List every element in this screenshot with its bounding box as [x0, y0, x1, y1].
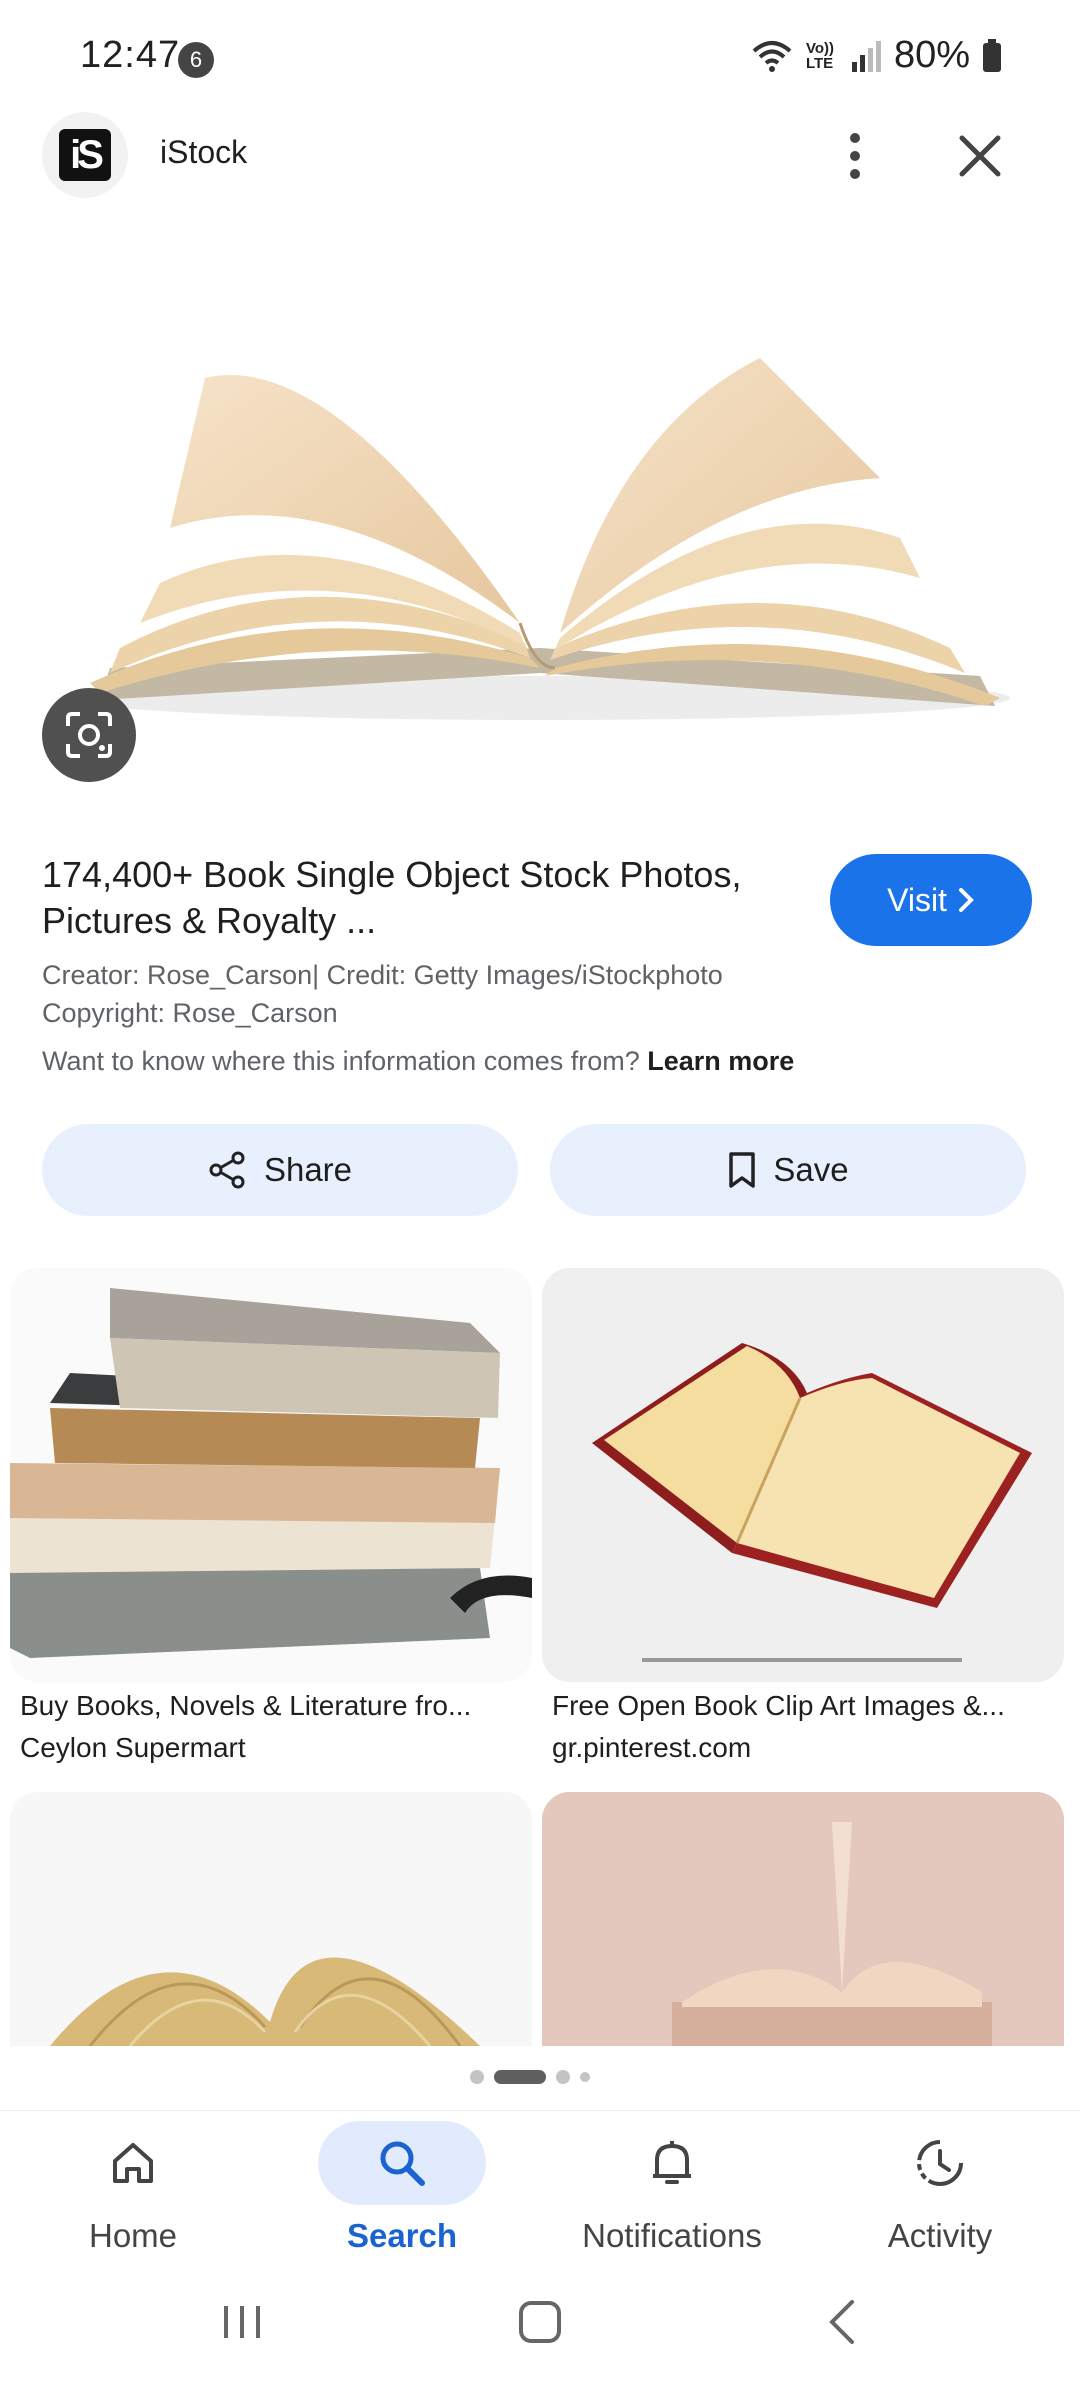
main-image-open-book[interactable]: [0, 228, 1078, 822]
learn-more-link[interactable]: Learn more: [647, 1046, 794, 1076]
nav-notifications-icon-wrap: [588, 2121, 756, 2205]
recent-apps-icon[interactable]: [220, 2300, 264, 2344]
back-icon[interactable]: [822, 2298, 862, 2346]
close-icon[interactable]: [952, 128, 1008, 184]
notification-count-badge: 6: [178, 42, 214, 78]
result-title[interactable]: 174,400+ Book Single Object Stock Photos…: [42, 852, 802, 944]
info-question: Want to know where this information come…: [42, 1046, 640, 1076]
pager-dot: [470, 2070, 484, 2084]
related-image-fanned-book[interactable]: [10, 1792, 532, 2046]
pager-dot: [556, 2070, 570, 2084]
signal-icon: [851, 40, 881, 72]
nav-activity-label: Activity: [887, 2217, 993, 2254]
chevron-right-icon: [958, 888, 974, 912]
nav-search-label: Search: [346, 2217, 458, 2254]
book-stack-illustration: [10, 1268, 532, 1682]
related-title[interactable]: Buy Books, Novels & Literature fro...: [20, 1690, 530, 1722]
home-icon: [113, 2143, 153, 2183]
wifi-icon: [752, 40, 792, 72]
status-icons: Vo)) LTE 80%: [750, 34, 1002, 77]
book-on-pink-illustration: [542, 1792, 1064, 2046]
pager-dot: [580, 2072, 590, 2082]
share-label: Share: [263, 1151, 353, 1188]
nav-notifications[interactable]: Notifications: [552, 2121, 792, 2255]
open-book-illustration: [70, 358, 1010, 720]
nav-home-label: Home: [88, 2217, 178, 2254]
share-button[interactable]: Share: [42, 1124, 518, 1216]
bookmark-icon: [729, 1152, 756, 1188]
battery-icon: [983, 38, 1001, 72]
google-lens-button[interactable]: [42, 688, 136, 782]
fanned-book-illustration: [10, 1792, 532, 2046]
nav-search[interactable]: Search: [282, 2121, 522, 2255]
bottom-navigation: Home Search Notifications Activity: [0, 2110, 1080, 2281]
site-name[interactable]: iStock: [160, 134, 247, 171]
search-icon: [380, 2141, 425, 2186]
clipart-book-illustration: [542, 1268, 1064, 1682]
site-logo[interactable]: iS: [42, 112, 128, 198]
creator-credit: Creator: Rose_Carson| Credit: Getty Imag…: [42, 960, 723, 990]
share-icon: [209, 1151, 245, 1189]
related-image-open-book-clipart[interactable]: [542, 1268, 1064, 1682]
network-type: Vo)) LTE: [805, 39, 834, 72]
related-source: Ceylon Supermart: [20, 1732, 246, 1763]
nav-search-icon-wrap: [318, 2121, 486, 2205]
home-button-icon[interactable]: [516, 2298, 564, 2346]
save-label: Save: [773, 1151, 849, 1188]
nav-activity[interactable]: Activity: [820, 2121, 1060, 2255]
system-navigation-bar: [0, 2280, 1080, 2400]
related-title[interactable]: Free Open Book Clip Art Images &...: [552, 1690, 1062, 1722]
more-options-icon[interactable]: [830, 128, 880, 184]
visit-label: Visit: [887, 881, 947, 918]
nav-activity-icon-wrap: [856, 2121, 1024, 2205]
nav-home-icon-wrap: [49, 2121, 217, 2205]
related-image-book-pink-bg[interactable]: [542, 1792, 1064, 2046]
activity-icon: [917, 2140, 963, 2186]
save-button[interactable]: Save: [550, 1124, 1026, 1216]
copyright-text: Copyright: Rose_Carson: [42, 998, 338, 1028]
pager-indicator: [470, 2070, 590, 2084]
battery-percent: 80%: [893, 34, 970, 76]
related-source: gr.pinterest.com: [552, 1732, 752, 1763]
pager-dot-active: [494, 2070, 546, 2084]
site-logo-mark: iS: [59, 129, 111, 181]
nav-home[interactable]: Home: [13, 2121, 253, 2255]
related-image-book-stack[interactable]: [10, 1268, 532, 1682]
visit-button[interactable]: Visit: [830, 854, 1032, 946]
lens-icon: [66, 712, 112, 758]
nav-notifications-label: Notifications: [582, 2217, 762, 2254]
info-source-text: Want to know where this information come…: [42, 1046, 794, 1077]
bell-icon: [653, 2141, 691, 2184]
status-time: 12:47: [80, 34, 181, 76]
